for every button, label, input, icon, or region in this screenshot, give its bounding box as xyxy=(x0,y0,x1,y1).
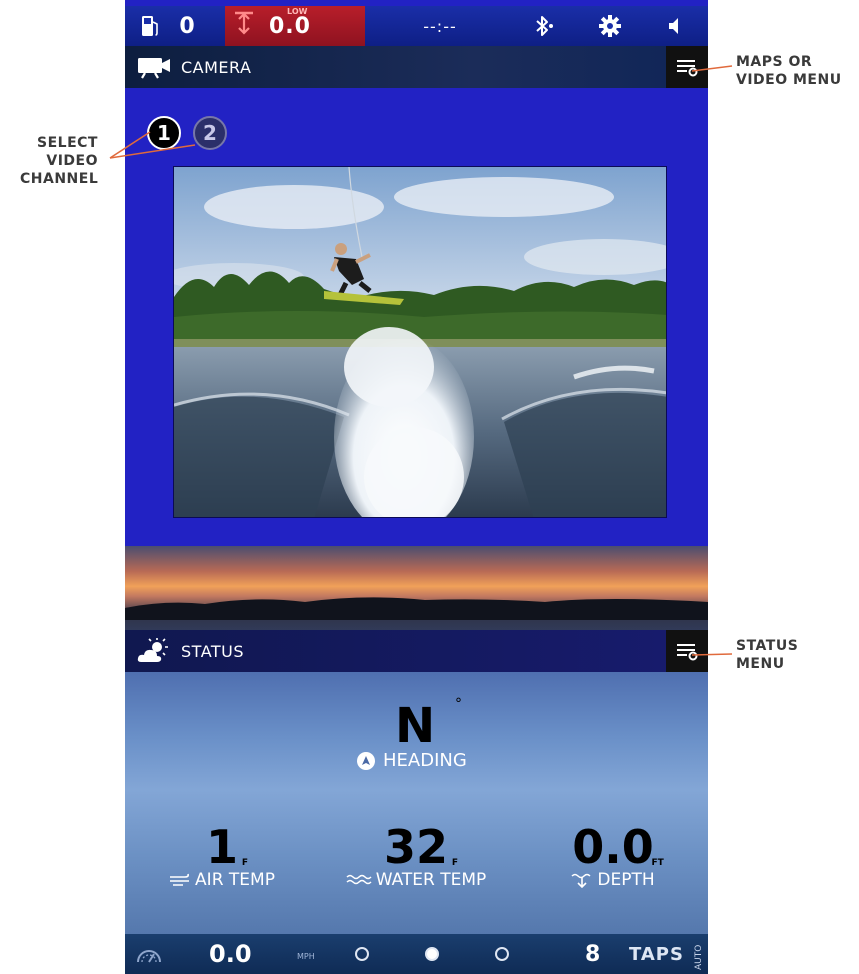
speedometer-icon[interactable] xyxy=(135,934,165,974)
air-temp-value: 1F xyxy=(205,820,248,874)
status-panel-title: STATUS xyxy=(181,641,245,661)
depth-value: 0.0 FT xyxy=(572,820,664,874)
menu-settings-icon xyxy=(677,60,698,77)
status-panel-body: N ° HEADING 1F AIR TEMP 32 F WATER TEMP … xyxy=(125,672,708,934)
maps-video-menu-button[interactable] xyxy=(666,46,708,88)
waves-icon xyxy=(346,874,372,885)
partly-sunny-icon xyxy=(137,638,171,664)
camera-panel-title: CAMERA xyxy=(181,57,252,77)
callout-select-video-channel: SELECT VIDEO CHANNEL xyxy=(20,135,99,187)
wind-icon xyxy=(170,873,190,886)
bluetooth-icon[interactable] xyxy=(529,6,559,46)
camera-video-feed xyxy=(173,166,667,518)
clock: --:-- xyxy=(423,16,457,36)
callout-status-menu: STATUS MENU xyxy=(736,638,799,672)
heading-value: N xyxy=(395,698,436,754)
status-menu-button[interactable] xyxy=(666,630,708,672)
top-status-bar: 0 LOW 0.0 --:-- xyxy=(125,6,708,46)
video-camera-icon xyxy=(137,54,171,80)
gear-icon[interactable] xyxy=(595,6,625,46)
heading-label: HEADING xyxy=(357,750,467,771)
taps-count: 8 xyxy=(585,941,601,967)
speed-value: 0.0 xyxy=(209,940,252,968)
bottom-bar: 0.0 MPH 8 TAPS AUTO xyxy=(125,934,708,974)
air-temp-reading: 1F AIR TEMP xyxy=(157,820,287,890)
device-screen: 0 LOW 0.0 --:-- CAMERA 1 2 STATUS N ° HE… xyxy=(125,0,708,974)
taps-button[interactable]: TAPS xyxy=(629,934,684,974)
depth-icon xyxy=(571,873,591,888)
camera-panel-header: CAMERA xyxy=(125,46,708,88)
fuel-pump-icon[interactable] xyxy=(137,6,163,46)
auto-label: AUTO xyxy=(694,944,704,970)
depth-alarm[interactable]: LOW 0.0 xyxy=(225,6,365,46)
treeline-silhouette xyxy=(125,597,708,620)
page-dot-1[interactable] xyxy=(355,934,369,974)
video-channel-1-button[interactable]: 1 xyxy=(147,116,181,150)
depth-reading: 0.0 FT DEPTH xyxy=(543,820,683,890)
menu-settings-icon xyxy=(677,644,698,661)
fuel-value: 0 xyxy=(179,13,195,39)
speaker-icon[interactable] xyxy=(661,6,691,46)
depth-arrows-icon xyxy=(233,10,255,42)
heading-degree: ° xyxy=(455,696,462,712)
depth-low-label: LOW xyxy=(287,7,308,16)
compass-icon xyxy=(357,751,375,770)
callout-maps-video-menu: MAPS OR VIDEO MENU xyxy=(736,54,842,88)
video-channel-2-button[interactable]: 2 xyxy=(193,116,227,150)
water-temp-value: 32 F xyxy=(383,820,458,874)
water-temp-reading: 32 F WATER TEMP xyxy=(321,820,511,890)
page-dot-3[interactable] xyxy=(495,934,509,974)
page-dot-2[interactable] xyxy=(425,934,439,974)
speed-unit: MPH xyxy=(297,952,315,961)
status-panel-header: STATUS xyxy=(125,630,708,672)
depth-alarm-value: 0.0 xyxy=(269,13,311,39)
